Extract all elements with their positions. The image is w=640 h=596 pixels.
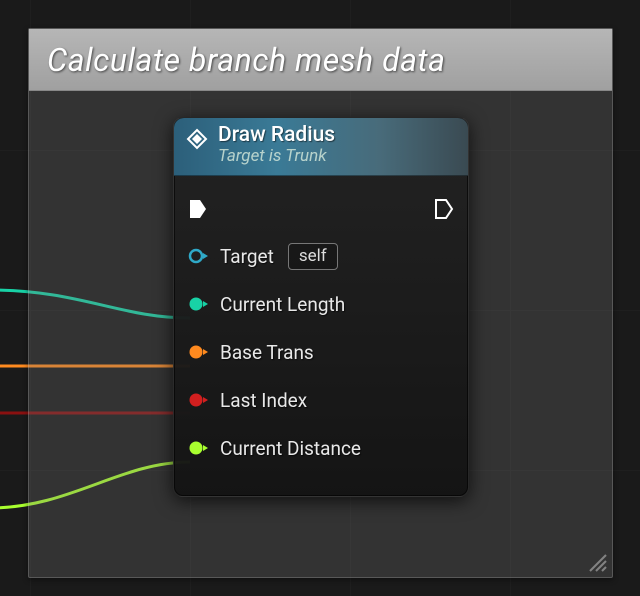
node-header-titles: Draw Radius Target is Trunk — [218, 124, 335, 166]
pin-current-length-connector[interactable] — [188, 295, 210, 313]
pin-base-trans-connector[interactable] — [188, 343, 210, 361]
node-header[interactable]: Draw Radius Target is Trunk — [174, 118, 468, 176]
pin-current-distance: Current Distance — [188, 424, 454, 472]
pin-current-length: Current Length — [188, 280, 454, 328]
node-subtitle: Target is Trunk — [218, 147, 335, 166]
node-draw-radius[interactable]: Draw Radius Target is Trunk — [173, 117, 469, 497]
pin-target-default[interactable]: self — [288, 243, 338, 270]
comment-title: Calculate branch mesh data — [47, 41, 446, 79]
resize-handle-icon[interactable] — [586, 551, 608, 573]
pin-target-label: Target — [220, 245, 274, 268]
pin-base-trans: Base Trans — [188, 328, 454, 376]
pin-base-trans-label: Base Trans — [220, 341, 314, 364]
exec-row — [188, 186, 454, 232]
pin-last-index-label: Last Index — [220, 389, 307, 412]
node-body: Target self Current Length Base Trans — [174, 176, 468, 486]
pin-current-distance-label: Current Distance — [220, 437, 361, 460]
node-title: Draw Radius — [218, 124, 335, 147]
exec-in-pin[interactable] — [188, 198, 208, 220]
pin-target-connector[interactable] — [188, 247, 210, 265]
pin-last-index-connector[interactable] — [188, 391, 210, 409]
function-icon — [186, 128, 208, 154]
pin-last-index: Last Index — [188, 376, 454, 424]
exec-out-pin[interactable] — [434, 198, 454, 220]
pin-target: Target self — [188, 232, 454, 280]
pin-current-distance-connector[interactable] — [188, 439, 210, 457]
pin-current-length-label: Current Length — [220, 293, 345, 316]
comment-header[interactable]: Calculate branch mesh data — [29, 29, 612, 91]
